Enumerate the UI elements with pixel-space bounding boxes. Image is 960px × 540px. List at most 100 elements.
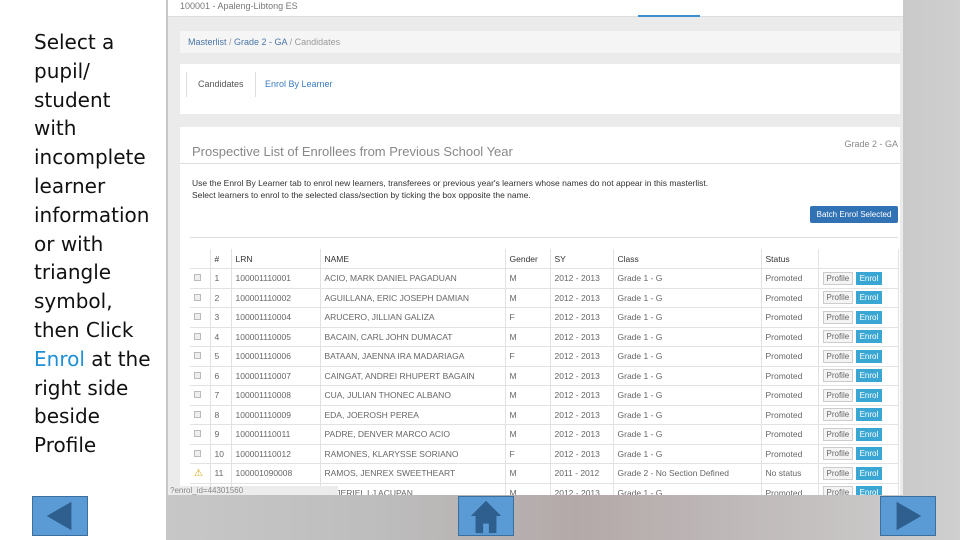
active-tab-indicator xyxy=(638,15,700,17)
lrn: 100001090008 xyxy=(231,463,321,484)
enrol-button[interactable]: Enrol xyxy=(855,310,883,324)
breadcrumb-masterlist[interactable]: Masterlist xyxy=(188,37,227,47)
row-checkbox[interactable] xyxy=(194,332,201,340)
enrol-button[interactable]: Enrol xyxy=(855,427,883,441)
status: Promoted xyxy=(761,444,819,464)
breadcrumb-grade[interactable]: Grade 2 - GA xyxy=(234,37,287,47)
actions-cell: Profile Enrol xyxy=(818,385,899,406)
profile-button[interactable]: Profile xyxy=(822,466,854,480)
row-checkbox[interactable] xyxy=(194,352,201,360)
row-checkbox[interactable] xyxy=(194,430,201,438)
row-checkbox[interactable] xyxy=(194,410,201,418)
school-year: 2012 - 2013 xyxy=(550,268,614,289)
row-checkbox[interactable] xyxy=(194,391,201,399)
row-checkbox[interactable] xyxy=(194,371,201,379)
enrol-button[interactable]: Enrol xyxy=(855,330,883,344)
profile-button[interactable]: Profile xyxy=(822,408,854,422)
lrn: 100001110005 xyxy=(231,327,321,347)
table-row: 9 100001110011 PADRE, DENVER MARCO ACIO M 20… xyxy=(190,424,899,445)
table-row: 2 100001110002 AGUILLANA, ERIC JOSEPH DAMI… xyxy=(190,288,899,308)
school-year: 2011 - 2012 xyxy=(550,463,614,484)
col-lrn: LRN xyxy=(231,249,321,269)
actions-cell: Profile Enrol xyxy=(818,288,899,308)
learner-name: RAMONES, KLARYSSE SORIANO xyxy=(320,444,506,464)
actions-cell: Profile Enrol xyxy=(818,327,899,347)
select-cell[interactable] xyxy=(190,405,211,425)
profile-button[interactable]: Profile xyxy=(822,310,854,324)
row-checkbox[interactable] xyxy=(194,313,201,321)
row-checkbox[interactable] xyxy=(194,274,201,282)
status: Promoted xyxy=(761,366,819,386)
profile-button[interactable]: Profile xyxy=(822,349,854,363)
enrol-button[interactable]: Enrol xyxy=(855,447,883,461)
next-slide-button[interactable] xyxy=(880,496,936,536)
learner-name: ..., JERIEL LJ ACUPAN xyxy=(320,483,506,495)
col-class: Class xyxy=(613,249,762,269)
actions-cell: Profile Enrol xyxy=(818,424,899,445)
col-name: NAME xyxy=(320,249,506,269)
row-number: 7 xyxy=(210,385,232,406)
enrol-button[interactable]: Enrol xyxy=(855,271,883,285)
col-status: Status xyxy=(761,249,819,269)
row-checkbox[interactable] xyxy=(194,449,201,457)
row-number: 5 xyxy=(210,346,232,367)
select-cell[interactable] xyxy=(190,385,211,406)
gender: M xyxy=(505,463,551,484)
profile-button[interactable]: Profile xyxy=(822,427,854,441)
table-row: 10 100001110012 RAMONES, KLARYSSE SORIANO F… xyxy=(190,444,899,464)
batch-enrol-button[interactable]: Batch Enrol Selected xyxy=(810,206,898,223)
gender: F xyxy=(505,444,551,464)
school-year: 2012 - 2013 xyxy=(550,307,614,328)
profile-button[interactable]: Profile xyxy=(822,486,854,495)
select-cell[interactable] xyxy=(190,288,211,308)
profile-button[interactable]: Profile xyxy=(822,447,854,461)
enrol-button[interactable]: Enrol xyxy=(855,369,883,383)
profile-button[interactable]: Profile xyxy=(822,271,854,285)
enrol-button[interactable]: Enrol xyxy=(855,291,883,305)
class: Grade 1 - G xyxy=(613,385,762,406)
status: Promoted xyxy=(761,268,819,289)
instruction-highlight: Enrol xyxy=(34,346,85,371)
learner-name: EDA, JOEROSH PEREA xyxy=(320,405,506,425)
status: Promoted xyxy=(761,424,819,445)
home-button[interactable] xyxy=(458,496,514,536)
enrol-button[interactable]: Enrol xyxy=(855,388,883,402)
tab-candidates[interactable]: Candidates xyxy=(186,72,256,97)
status: No status xyxy=(761,463,819,484)
prev-slide-button[interactable] xyxy=(32,496,88,536)
select-cell[interactable] xyxy=(190,444,211,464)
gender: M xyxy=(505,327,551,347)
table-row: 1 100001110001 ACIO, MARK DANIEL PAGADUAN M… xyxy=(190,268,899,289)
school-year: 2012 - 2013 xyxy=(550,327,614,347)
class: Grade 1 - G xyxy=(613,424,762,445)
row-checkbox[interactable] xyxy=(194,293,201,301)
profile-button[interactable]: Profile xyxy=(822,330,854,344)
enrol-button[interactable]: Enrol xyxy=(855,408,883,422)
status: Promoted xyxy=(761,327,819,347)
select-cell[interactable] xyxy=(190,327,211,347)
learner-name: AGUILLANA, ERIC JOSEPH DAMIAN xyxy=(320,288,506,308)
lrn: 100001110006 xyxy=(231,346,321,367)
select-cell[interactable] xyxy=(190,268,211,289)
enrol-button[interactable]: Enrol xyxy=(855,486,883,495)
table-row: 8 100001110009 EDA, JOEROSH PEREA M 2012 - 2… xyxy=(190,405,899,425)
select-cell[interactable] xyxy=(190,346,211,367)
enrol-button[interactable]: Enrol xyxy=(855,466,883,480)
panel-title: Prospective List of Enrollees from Previ… xyxy=(192,144,513,159)
tab-enrol-by-learner[interactable]: Enrol By Learner xyxy=(254,72,344,97)
enrol-button[interactable]: Enrol xyxy=(855,349,883,363)
gender: F xyxy=(505,307,551,328)
row-number: 10 xyxy=(210,444,232,464)
class: Grade 1 - G xyxy=(613,307,762,328)
class: Grade 1 - G xyxy=(613,366,762,386)
select-cell[interactable] xyxy=(190,366,211,386)
lrn: 100001110004 xyxy=(231,307,321,328)
class-label: Grade 2 - GA xyxy=(844,139,898,149)
select-cell[interactable] xyxy=(190,424,211,445)
select-cell[interactable]: ⚠ xyxy=(190,463,211,484)
profile-button[interactable]: Profile xyxy=(822,291,854,305)
status: Promoted xyxy=(761,405,819,425)
select-cell[interactable] xyxy=(190,307,211,328)
profile-button[interactable]: Profile xyxy=(822,388,854,402)
profile-button[interactable]: Profile xyxy=(822,369,854,383)
